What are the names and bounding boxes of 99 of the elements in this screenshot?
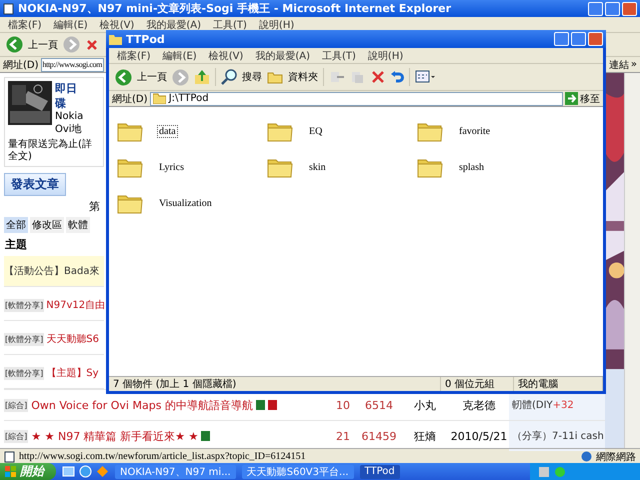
category-tag: [綜合] — [4, 430, 28, 442]
view-count: 61459 — [360, 430, 398, 442]
menu-item[interactable]: 工具(T) — [213, 18, 247, 31]
reply-count: 10 — [335, 398, 351, 412]
taskbar-button[interactable]: TTPod — [360, 464, 400, 478]
folder-name[interactable]: skin — [307, 160, 328, 174]
menu-item[interactable]: 檢視(V) — [100, 18, 134, 31]
folders-icon[interactable] — [267, 70, 283, 84]
views-icon[interactable] — [415, 70, 435, 84]
post-button[interactable]: 發表文章 — [4, 173, 66, 196]
back-icon[interactable] — [6, 36, 23, 53]
scrollbar[interactable] — [624, 73, 640, 448]
folder-icon — [152, 93, 166, 104]
folder-name[interactable]: favorite — [457, 124, 492, 138]
status-text: 0 個位元組 — [441, 377, 514, 391]
taskbar-button[interactable]: NOKIA-N97、N97 mi... — [115, 464, 236, 478]
folders-button[interactable]: 資料夾 — [288, 70, 318, 84]
page-icon — [3, 2, 14, 14]
back-button[interactable]: 上一頁 — [137, 70, 167, 84]
address-field[interactable]: J:\TTPod — [150, 92, 563, 106]
menu-item[interactable]: 說明(H) — [368, 49, 404, 62]
forward-icon[interactable] — [172, 68, 189, 86]
menu-item[interactable]: 我的最愛(A) — [146, 18, 201, 31]
folder-name[interactable]: Visualization — [157, 196, 214, 210]
folder-name[interactable]: data — [157, 124, 178, 138]
count-text: +32 — [552, 400, 574, 410]
status-text: http://www.sogi.com.tw/newforum/article_list.aspx?topic_ID=6124151 — [19, 451, 307, 462]
address-field[interactable]: http://www.sogi.com — [40, 58, 104, 72]
category-tag: [軟體分享] — [4, 332, 44, 346]
tab[interactable]: 軟體 — [66, 217, 90, 233]
reply-count: 21 — [335, 430, 351, 442]
window-title: NOKIA-N97、N97 mini-文章列表-Sogi 手機王 - Microsoft Internet Explorer — [18, 1, 452, 16]
folder-name[interactable]: splash — [457, 160, 486, 174]
menu-item[interactable]: 我的最愛(A) — [255, 49, 310, 62]
globe-icon — [581, 451, 592, 462]
forward-icon[interactable] — [63, 36, 80, 53]
menu-item[interactable]: 檢視(V) — [208, 49, 244, 62]
stop-icon[interactable] — [85, 38, 99, 52]
tab[interactable]: 全部 — [4, 217, 28, 233]
topic-link[interactable]: Own Voice for Ovi Maps 的中導航語音導航 — [31, 398, 253, 412]
close-button[interactable] — [622, 2, 637, 16]
topic-link[interactable]: N97v12自由 — [46, 298, 106, 312]
undo-icon[interactable] — [390, 70, 404, 84]
category-tag: [軟體分享] — [4, 298, 44, 312]
go-button[interactable]: 移至 — [580, 92, 600, 106]
maximize-button[interactable] — [571, 32, 586, 46]
window-title: TTPod — [126, 32, 166, 46]
address-label: 網址(D) — [3, 58, 39, 72]
topic-link[interactable]: 【主題】Sy — [46, 366, 99, 380]
menu-item[interactable]: 工具(T) — [322, 49, 356, 62]
folder-icon — [109, 34, 122, 44]
address-label: 網址(D) — [112, 92, 148, 106]
zone-label: 網際網路 — [596, 450, 636, 464]
back-icon[interactable] — [115, 68, 132, 86]
windows-logo-icon — [5, 466, 17, 478]
column-header: 主題 — [4, 237, 28, 253]
close-button[interactable] — [588, 32, 603, 46]
links-label[interactable]: 連結 — [608, 58, 629, 72]
last-post: 2010/5/21 — [450, 430, 508, 442]
ad-note[interactable]: 量有限送完為止(詳全文) — [8, 139, 100, 163]
more-button[interactable]: » — [630, 59, 637, 70]
topic-link[interactable]: ★ ★ N97 精華篇 新手看近來★ ★ — [31, 428, 198, 444]
ad-headline[interactable]: 碟 — [55, 96, 84, 111]
search-icon[interactable] — [221, 69, 237, 85]
desktop-icon[interactable] — [62, 465, 75, 478]
minimize-button[interactable] — [588, 2, 603, 16]
page-icon — [4, 450, 15, 462]
ad-text: Nokia — [55, 111, 84, 122]
category-tag: [軟體分享] — [4, 366, 44, 380]
ad-text: Ovi地 — [55, 122, 83, 136]
back-button[interactable]: 上一頁 — [28, 38, 58, 52]
author-name[interactable]: 狂熵 — [401, 428, 449, 444]
last-post: 克老德 — [462, 398, 496, 412]
status-text: 我的電腦 — [514, 377, 603, 391]
page-label: 第 — [89, 199, 100, 214]
move-to-icon[interactable] — [329, 70, 345, 84]
status-text: 7 個物件 (加上 1 個隱藏檔) — [109, 377, 441, 391]
up-folder-icon[interactable] — [194, 69, 210, 85]
menu-item[interactable]: 編輯(E) — [54, 18, 88, 31]
minimize-button[interactable] — [554, 32, 569, 46]
author-name[interactable]: 小丸 — [401, 398, 449, 412]
search-button[interactable]: 搜尋 — [242, 70, 262, 84]
delete-icon[interactable] — [371, 70, 385, 84]
maximize-button[interactable] — [605, 2, 620, 16]
topic-link[interactable]: 天天動聽S6 — [46, 332, 99, 346]
side-link[interactable]: 軔體(DIY — [512, 398, 553, 412]
menu-item[interactable]: 檔案(F) — [8, 18, 42, 31]
menu-item[interactable]: 說明(H) — [258, 18, 294, 31]
ad-headline[interactable]: 即日 — [55, 81, 84, 96]
go-icon[interactable] — [565, 92, 578, 105]
category-tag: [綜合] — [4, 398, 28, 412]
taskbar-button[interactable]: 天天動聽S60V3平台... — [242, 464, 354, 478]
view-count: 6514 — [364, 398, 394, 412]
tray-icon[interactable] — [538, 466, 550, 478]
menu-item[interactable]: 編輯(E) — [162, 49, 197, 62]
folder-name[interactable]: Lyrics — [157, 160, 186, 174]
folder-name[interactable]: EQ — [307, 124, 324, 138]
tab[interactable]: 修改區 — [30, 217, 64, 233]
menu-item[interactable]: 檔案(F) — [117, 49, 151, 62]
